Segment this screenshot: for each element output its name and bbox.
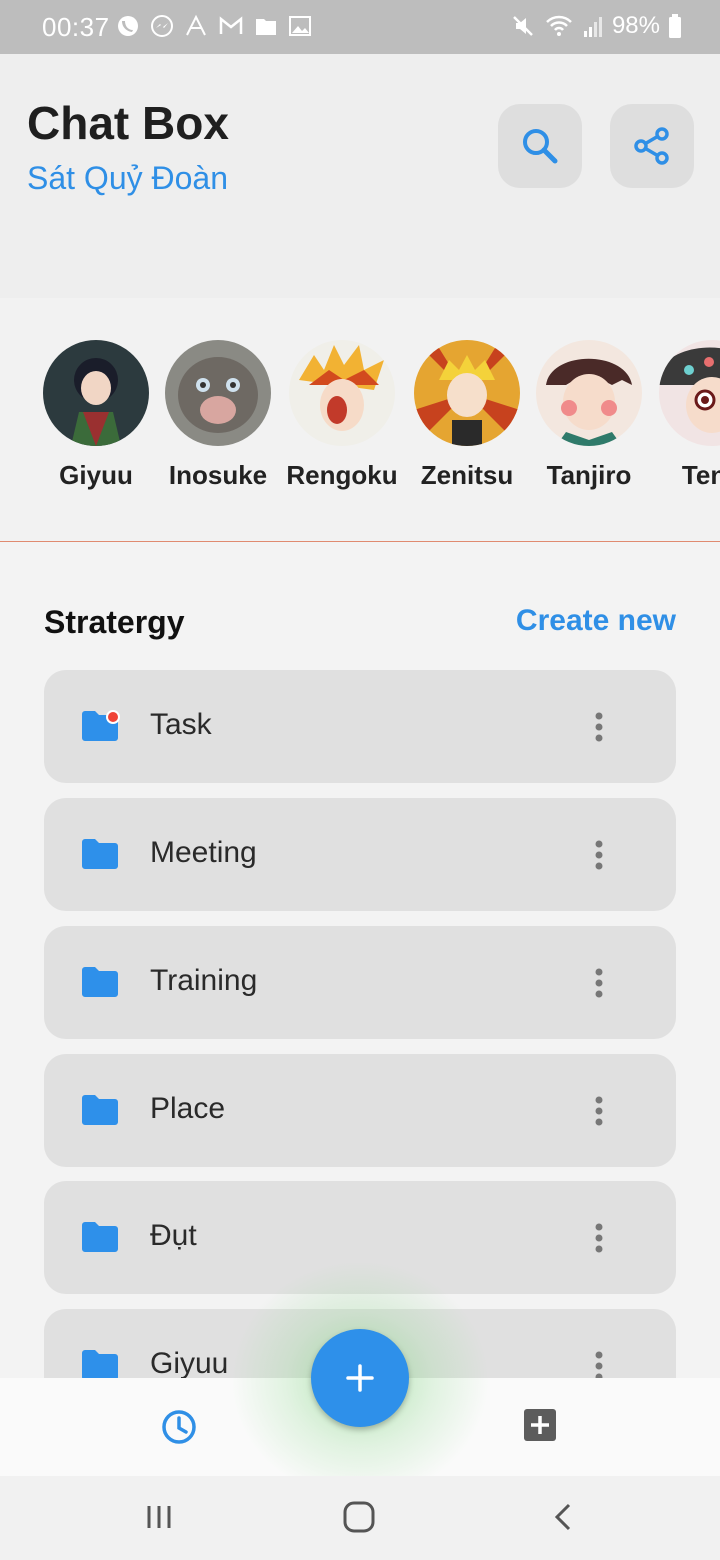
- system-navigation-bar: [0, 1476, 720, 1560]
- signal-icon: [582, 13, 604, 39]
- messenger-icon: [150, 14, 174, 38]
- contact-name: Tanjiro: [546, 460, 632, 490]
- avatar: [289, 340, 395, 446]
- status-bar: 00:37 98%: [0, 0, 720, 54]
- contact-giyuu[interactable]: Giyuu: [36, 340, 156, 491]
- add-fab-button[interactable]: [311, 1329, 409, 1427]
- share-icon: [632, 126, 672, 166]
- folder-label: Training: [150, 964, 258, 997]
- contact-name: Zenitsu: [420, 460, 514, 490]
- contact-name: Giyuu: [59, 460, 133, 490]
- section-title: Stratergy: [44, 604, 185, 640]
- folder-label: Giyuu: [150, 1347, 229, 1378]
- home-icon[interactable]: [342, 1500, 376, 1539]
- share-button[interactable]: [610, 104, 694, 188]
- plus-icon: [345, 1363, 375, 1393]
- avatar: [43, 340, 149, 446]
- add-box-icon[interactable]: [523, 1408, 557, 1447]
- more-options-icon[interactable]: [592, 840, 606, 875]
- back-icon[interactable]: [552, 1502, 574, 1537]
- folder-icon: [82, 967, 118, 1002]
- battery-icon: [668, 13, 682, 39]
- folder-item-task[interactable]: Task: [44, 670, 676, 783]
- more-options-icon[interactable]: [592, 712, 606, 747]
- contact-teng[interactable]: Teng: [652, 340, 720, 491]
- contact-name: Rengoku: [286, 460, 398, 490]
- system-icons: 98%: [510, 12, 682, 40]
- folder-label: Đụt: [150, 1219, 197, 1252]
- contacts-strip: Giyuu Inosuke Rengoku Zenitsu Tanjiro Te…: [0, 298, 720, 542]
- folder-icon: [82, 839, 118, 874]
- folder-item-meeting[interactable]: Meeting: [44, 798, 676, 911]
- avatar: [165, 340, 271, 446]
- viber-icon: [116, 14, 140, 38]
- folder-icon: [82, 1095, 118, 1130]
- folder-label: Meeting: [150, 836, 257, 869]
- folder-label: Place: [150, 1092, 226, 1125]
- contact-name: Teng: [681, 460, 720, 490]
- wifi-icon: [544, 13, 574, 39]
- history-icon[interactable]: [160, 1408, 198, 1451]
- contact-zenitsu[interactable]: Zenitsu: [407, 340, 527, 491]
- avatar: [414, 340, 520, 446]
- folder-label: Task: [150, 708, 212, 741]
- app-icon: [184, 14, 208, 38]
- folder-icon: [82, 1222, 118, 1257]
- folder-icon: [254, 15, 278, 37]
- search-icon: [520, 126, 560, 166]
- status-time: 00:37: [42, 12, 110, 42]
- search-button[interactable]: [498, 104, 582, 188]
- more-options-icon[interactable]: [592, 1223, 606, 1258]
- contact-name: Inosuke: [168, 460, 268, 490]
- notification-icons: [116, 14, 312, 38]
- battery-percentage: 98%: [611, 12, 660, 39]
- more-options-icon[interactable]: [592, 1096, 606, 1131]
- recent-apps-icon[interactable]: [144, 1502, 174, 1537]
- folder-icon: [82, 1350, 118, 1378]
- page-subtitle: Sát Quỷ Đoàn: [27, 160, 228, 196]
- more-options-icon[interactable]: [592, 1351, 606, 1378]
- contact-inosuke[interactable]: Inosuke: [158, 340, 278, 491]
- avatar: [536, 340, 642, 446]
- avatar: [659, 340, 720, 446]
- contact-tanjiro[interactable]: Tanjiro: [529, 340, 649, 491]
- more-options-icon[interactable]: [592, 968, 606, 1003]
- create-new-button[interactable]: Create new: [516, 604, 676, 638]
- image-icon: [288, 15, 312, 37]
- gmail-icon: [218, 14, 244, 38]
- mute-icon: [510, 13, 536, 39]
- folder-item-training[interactable]: Training: [44, 926, 676, 1039]
- page-title: Chat Box: [27, 97, 229, 149]
- folder-item-place[interactable]: Place: [44, 1054, 676, 1167]
- unread-dot: [106, 710, 120, 724]
- contact-rengoku[interactable]: Rengoku: [282, 340, 402, 491]
